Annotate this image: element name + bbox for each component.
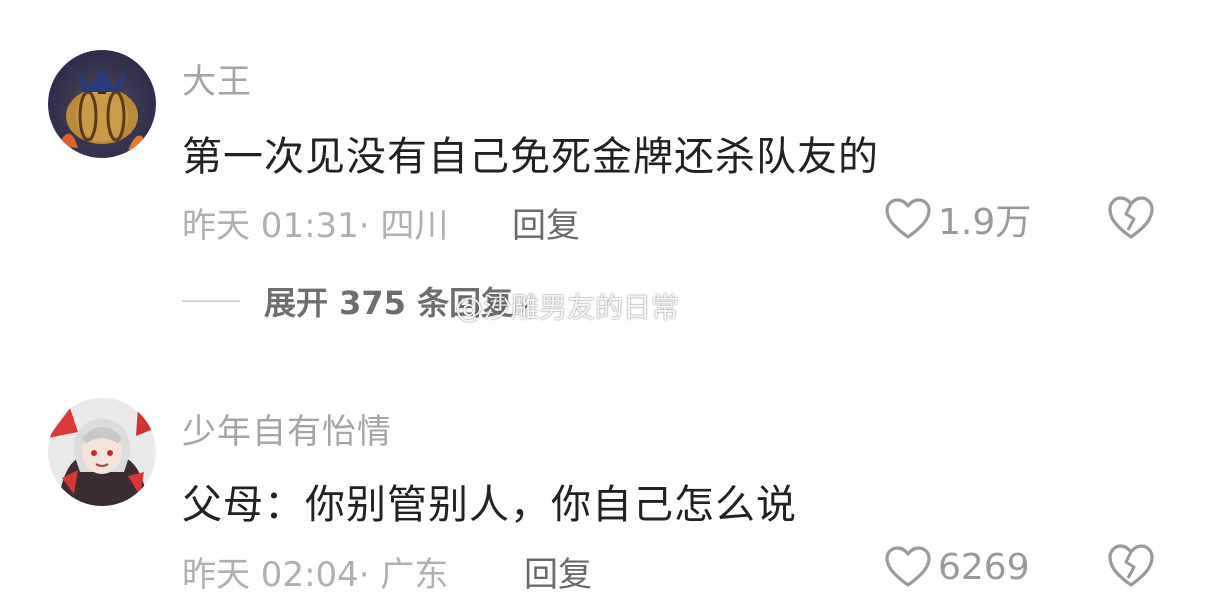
comment-item: 少年自有怡情 父母：你别管别人，你自己怎么说 昨天 02:04· 广东 回复 6…	[0, 380, 1206, 603]
comment-text: 父母：你别管别人，你自己怎么说	[182, 482, 797, 528]
dislike-button[interactable]	[1106, 194, 1156, 244]
heart-icon	[885, 198, 931, 239]
comment-meta: 昨天 02:04· 广东	[182, 555, 449, 595]
broken-heart-icon	[1108, 196, 1154, 239]
username[interactable]: 少年自有怡情	[182, 404, 392, 453]
divider-line	[182, 300, 240, 302]
comment-text: 第一次见没有自己免死金牌还杀队友的	[182, 134, 879, 180]
username[interactable]: 大王	[182, 54, 252, 103]
reply-button[interactable]: 回复	[512, 198, 580, 247]
like-count: 6269	[938, 546, 1030, 588]
heart-icon	[885, 546, 931, 587]
broken-heart-icon	[1108, 544, 1154, 587]
like-button[interactable]: 1.9万	[884, 194, 1031, 244]
like-count: 1.9万	[938, 202, 1032, 243]
avatar[interactable]	[48, 398, 156, 506]
reply-button[interactable]: 回复	[524, 547, 592, 596]
avatar[interactable]	[48, 50, 156, 158]
dislike-button[interactable]	[1106, 542, 1156, 592]
like-button[interactable]: 6269	[884, 542, 1030, 592]
anime-girl-avatar-icon	[48, 398, 156, 506]
watermark: @沙雕男友的日常	[455, 291, 680, 324]
pumpkin-avatar-icon	[48, 50, 156, 158]
comment-meta: 昨天 01:31· 四川	[182, 206, 449, 246]
